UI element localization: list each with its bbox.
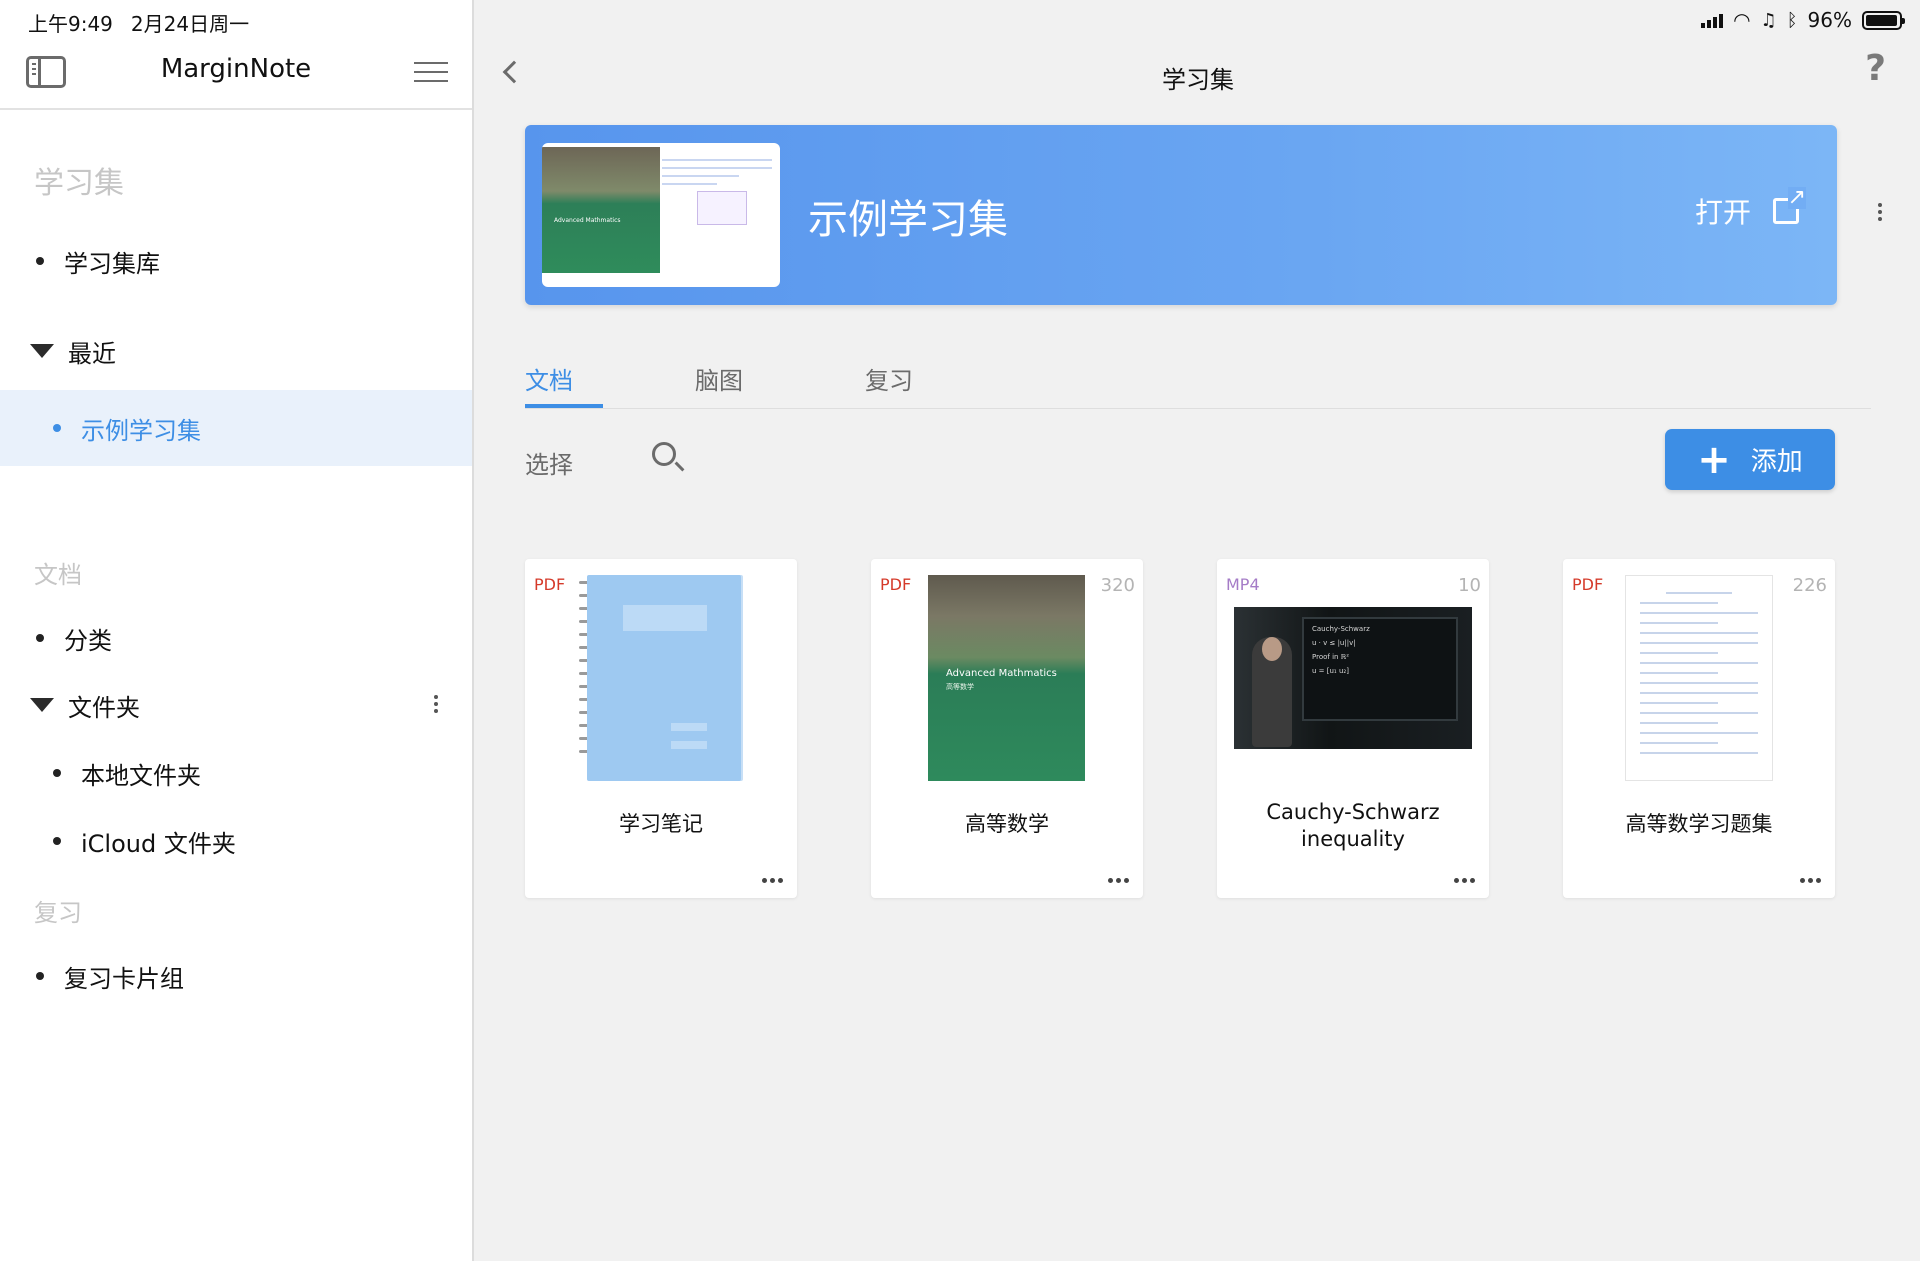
thumbnail-book-cover: Advanced Mathmatics bbox=[542, 147, 660, 273]
sidebar-item-study-set-library[interactable]: 学习集库 bbox=[0, 231, 472, 291]
battery-fill bbox=[1866, 14, 1897, 26]
document-name: 高等数学 bbox=[965, 812, 1049, 836]
page-title: 学习集 bbox=[1162, 66, 1234, 94]
bullet-icon bbox=[36, 257, 44, 265]
status-time-date: 上午9:49 2月24日周一 bbox=[28, 8, 249, 37]
status-indicators: ◠ ♫ ᛒ 96% bbox=[1701, 8, 1905, 32]
headphones-icon: ♫ bbox=[1760, 9, 1777, 31]
study-set-thumbnail: Advanced Mathmatics bbox=[542, 143, 780, 287]
lecturer-head bbox=[1262, 637, 1282, 661]
document-more-icon[interactable] bbox=[1108, 878, 1129, 883]
tab-bar: 文档 脑图 复习 bbox=[525, 355, 1871, 409]
banner-more-icon[interactable] bbox=[1878, 203, 1882, 221]
sidebar-item-label: 学习集库 bbox=[64, 249, 160, 278]
open-label: 打开 bbox=[1694, 196, 1751, 229]
tab-mindmap[interactable]: 脑图 bbox=[695, 361, 743, 396]
sidebar-item-label: 复习卡片组 bbox=[64, 964, 184, 993]
sidebar-item-label: 本地文件夹 bbox=[81, 761, 201, 790]
sidebar-header: MarginNote bbox=[0, 38, 472, 110]
board-title: Cauchy-Schwarz bbox=[1312, 625, 1370, 633]
search-icon[interactable] bbox=[650, 440, 686, 476]
video-thumbnail: Cauchy-Schwarz u · v ≤ |u||v| Proof in ℝ²… bbox=[1234, 607, 1472, 749]
section-title-documents: 文档 bbox=[34, 561, 82, 589]
thumbnail-cover-title: Advanced Mathmatics bbox=[554, 217, 621, 224]
cover-subtitle: 高等数学 bbox=[946, 683, 974, 691]
document-name: Cauchy-Schwarz inequality bbox=[1266, 800, 1440, 851]
sidebar-item-label: 文件夹 bbox=[68, 693, 140, 722]
thumbnail-mindmap bbox=[697, 191, 747, 225]
file-type-badge: PDF bbox=[534, 575, 566, 594]
sidebar-item-sample-study-set[interactable]: 示例学习集 bbox=[0, 390, 472, 466]
document-card[interactable]: PDF 226 高等数学习题集 bbox=[1563, 559, 1835, 898]
sidebar-item-review-decks[interactable]: 复习卡片组 bbox=[0, 946, 472, 1006]
battery-percent: 96% bbox=[1807, 8, 1852, 32]
file-type-badge: MP4 bbox=[1226, 575, 1260, 594]
page-count: 320 bbox=[1100, 575, 1135, 596]
document-more-icon[interactable] bbox=[1454, 878, 1475, 883]
help-button[interactable]: ? bbox=[1865, 48, 1886, 89]
sidebar-item-local-folder[interactable]: 本地文件夹 bbox=[0, 743, 472, 803]
file-type-badge: PDF bbox=[880, 575, 912, 594]
menu-icon[interactable] bbox=[414, 60, 448, 84]
thumbnail-note-lines bbox=[662, 153, 772, 191]
status-date: 2月24日周一 bbox=[130, 12, 250, 36]
bullet-icon bbox=[53, 769, 61, 777]
folders-more-icon[interactable] bbox=[434, 695, 438, 713]
plus-icon: + bbox=[1697, 436, 1731, 483]
open-button[interactable]: 打开 bbox=[1694, 187, 1806, 231]
book-cover-image: Advanced Mathmatics 高等数学 bbox=[928, 575, 1085, 781]
battery-icon bbox=[1862, 10, 1905, 30]
bullet-icon bbox=[53, 837, 61, 845]
paper-thumbnail bbox=[1625, 575, 1773, 781]
document-more-icon[interactable] bbox=[1800, 878, 1821, 883]
add-button[interactable]: + 添加 bbox=[1665, 429, 1835, 490]
study-set-name: 示例学习集 bbox=[808, 197, 1008, 243]
page-count: 226 bbox=[1792, 575, 1827, 596]
document-name: 学习笔记 bbox=[619, 812, 703, 836]
section-title-study-sets: 学习集 bbox=[34, 166, 124, 201]
cover-title: Advanced Mathmatics bbox=[946, 668, 1057, 679]
sidebar-item-icloud-folder[interactable]: iCloud 文件夹 bbox=[0, 811, 472, 871]
sidebar: 上午9:49 2月24日周一 MarginNote 学习集 学习集库 最近 示例学… bbox=[0, 0, 474, 1261]
cellular-signal-icon bbox=[1701, 12, 1724, 28]
add-label: 添加 bbox=[1750, 447, 1803, 477]
active-tab-indicator bbox=[525, 404, 603, 408]
bullet-icon bbox=[53, 424, 61, 432]
wifi-icon: ◠ bbox=[1733, 8, 1751, 32]
document-more-icon[interactable] bbox=[762, 878, 783, 883]
select-button[interactable]: 选择 bbox=[525, 445, 573, 480]
sidebar-item-label: iCloud 文件夹 bbox=[81, 829, 236, 858]
section-title-review: 复习 bbox=[34, 899, 82, 927]
tab-documents[interactable]: 文档 bbox=[525, 361, 573, 396]
disclosure-triangle-icon[interactable] bbox=[30, 344, 54, 358]
document-name: 高等数学习题集 bbox=[1625, 812, 1773, 836]
sidebar-item-recent[interactable]: 最近 bbox=[0, 321, 472, 381]
sidebar-item-label: 最近 bbox=[68, 339, 116, 368]
bluetooth-icon: ᛒ bbox=[1786, 9, 1798, 31]
document-card[interactable]: PDF 320 Advanced Mathmatics 高等数学 高等数学 bbox=[871, 559, 1143, 898]
document-card[interactable]: PDF 学习笔记 bbox=[525, 559, 797, 898]
bullet-icon bbox=[36, 972, 44, 980]
disclosure-triangle-icon[interactable] bbox=[30, 698, 54, 712]
document-card[interactable]: MP4 10 Cauchy-Schwarz u · v ≤ |u||v| Proo… bbox=[1217, 559, 1489, 898]
status-time: 上午9:49 bbox=[28, 12, 113, 36]
bullet-icon bbox=[36, 634, 44, 642]
sidebar-item-folders[interactable]: 文件夹 bbox=[0, 675, 472, 735]
app-title: MarginNote bbox=[160, 54, 312, 84]
sidebar-item-categories[interactable]: 分类 bbox=[0, 608, 472, 668]
tab-review[interactable]: 复习 bbox=[865, 361, 913, 396]
item-count: 10 bbox=[1458, 575, 1481, 596]
file-type-badge: PDF bbox=[1572, 575, 1604, 594]
sidebar-item-label: 示例学习集 bbox=[81, 416, 201, 445]
sidebar-item-label: 分类 bbox=[64, 626, 112, 655]
external-link-icon bbox=[1773, 187, 1806, 224]
study-set-banner[interactable]: Advanced Mathmatics 示例学习集 打开 bbox=[525, 125, 1837, 305]
main-panel: ◠ ♫ ᛒ 96% 学习集 ? Advanced Mathmatics 示例学习… bbox=[476, 0, 1920, 1261]
notebook-icon bbox=[587, 575, 741, 781]
video-blackboard: Cauchy-Schwarz u · v ≤ |u||v| Proof in ℝ²… bbox=[1302, 617, 1458, 721]
